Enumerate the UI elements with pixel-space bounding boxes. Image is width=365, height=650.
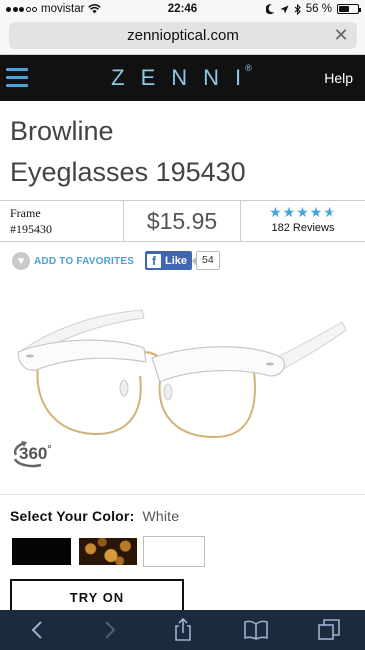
color-swatch-white[interactable]	[143, 536, 205, 567]
zenni-logo[interactable]: ZENNI®	[0, 63, 365, 91]
bookmarks-icon[interactable]	[241, 615, 271, 645]
frame-number: #195430	[10, 222, 52, 236]
facebook-icon: f	[147, 253, 161, 268]
title-line-1: Browline	[10, 116, 114, 146]
rotate-360-button[interactable]: 360°	[11, 437, 57, 469]
tabs-icon[interactable]	[314, 615, 344, 645]
facebook-like: f Like 54	[145, 251, 220, 270]
frame-label: Frame	[10, 206, 41, 220]
status-right: 56 %	[265, 3, 361, 15]
star-icon: ★	[296, 204, 310, 220]
like-count: 54	[192, 251, 220, 270]
star-rating: ★★★★★	[241, 204, 365, 221]
add-to-favorites-button[interactable]: ♥ ADD TO FAVORITES	[12, 250, 134, 272]
favorites-label: ADD TO FAVORITES	[34, 255, 135, 267]
star-icon: ★	[282, 204, 297, 220]
page-title: Browline Eyeglasses 195430	[10, 111, 350, 193]
bluetooth-icon	[294, 3, 301, 15]
facebook-like-button[interactable]: f Like	[145, 251, 193, 270]
product-info-row: Frame #195430 $15.95 ★★★★★ 182 Reviews	[0, 200, 365, 242]
forward-icon[interactable]	[95, 615, 125, 645]
divider	[0, 494, 365, 495]
title-line-2: Eyeglasses 195430	[10, 157, 246, 187]
like-label: Like	[165, 254, 188, 267]
color-select-label: Select Your Color: White	[10, 508, 180, 524]
url-field[interactable]: zennioptical.com ✕	[9, 22, 357, 49]
half-star-icon: ★	[323, 204, 337, 221]
browser-toolbar	[0, 610, 365, 650]
moon-icon	[265, 4, 275, 14]
color-swatch-black[interactable]	[12, 538, 71, 565]
price: $15.95	[146, 208, 218, 234]
product-image[interactable]	[12, 300, 352, 450]
selected-color: White	[142, 508, 180, 524]
back-icon[interactable]	[22, 615, 52, 645]
status-bar: movistar 22:46 56 %	[0, 0, 365, 20]
heart-icon: ♥	[12, 252, 30, 270]
close-icon[interactable]: ✕	[331, 22, 351, 49]
star-icon: ★	[269, 204, 283, 220]
star-icon: ★	[309, 204, 324, 220]
reviews-link[interactable]: ★★★★★ 182 Reviews	[241, 204, 365, 234]
rotate-label: 360°	[19, 444, 52, 463]
share-icon[interactable]	[168, 615, 198, 645]
help-link[interactable]: Help	[324, 70, 353, 86]
review-count: 182 Reviews	[271, 222, 335, 234]
url-text: zennioptical.com	[127, 27, 239, 44]
battery-icon	[337, 4, 361, 14]
battery-percent: 56 %	[305, 3, 332, 15]
location-arrow-icon	[280, 5, 289, 13]
site-header: ZENNI® Help	[0, 55, 365, 101]
browser-address-bar: zennioptical.com ✕	[0, 20, 365, 75]
color-swatch-tortoise[interactable]	[79, 538, 137, 565]
frame-info: Frame #195430	[10, 205, 52, 237]
